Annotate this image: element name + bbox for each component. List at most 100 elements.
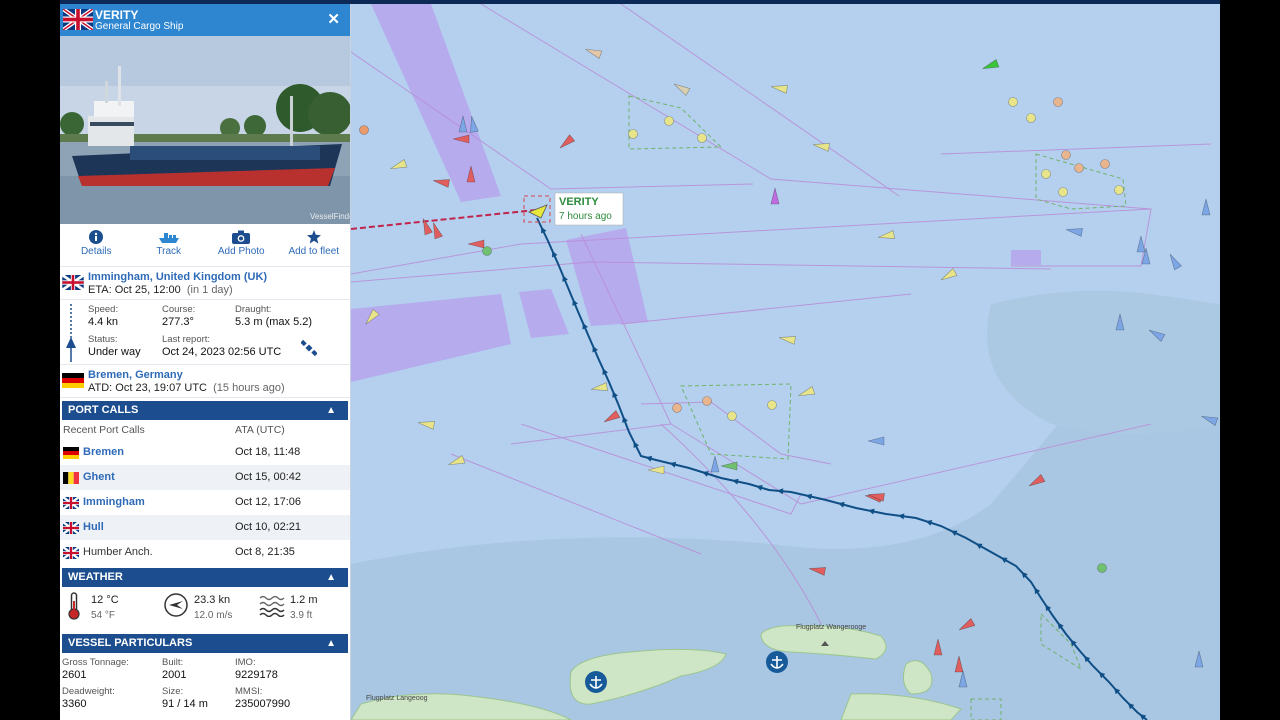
star-icon (306, 230, 321, 244)
port-call-row: Immingham Oct 12, 17:06 (60, 490, 350, 515)
anchored-ship-dot[interactable] (482, 246, 492, 256)
anchored-ship-dot[interactable] (1061, 150, 1071, 160)
anchored-ship-dot[interactable] (1074, 163, 1084, 173)
anchor-icon[interactable] (766, 651, 788, 673)
voyage-stats: Speed: 4.4 kn Course: 277.3° Draught: 5.… (60, 300, 350, 365)
imo-value: 9229178 (235, 669, 278, 681)
anchored-ship-dot[interactable] (727, 411, 737, 421)
speed-label: Speed: (88, 304, 119, 315)
anchored-ship-dot[interactable] (767, 400, 777, 410)
airfield-label-wangerooge: Flugplatz Wangerooge (796, 624, 866, 631)
anchored-ship-dot[interactable] (1114, 185, 1124, 195)
weather-block: 12 °C 54 °F 23.3 kn 12.0 m/s 1.2 m 3.9 f… (60, 587, 350, 631)
mmsi-label: MMSI: (235, 686, 263, 697)
anchored-ship-dot[interactable] (1100, 159, 1110, 169)
destination-port-link[interactable]: Immingham, United Kingdom (UK) (88, 271, 267, 283)
eta-text: ETA: Oct 25, 12:00 (in 1 day) (88, 284, 233, 296)
port-call-row: Ghent Oct 15, 00:42 (60, 465, 350, 490)
be-flag-icon (63, 472, 79, 484)
anchored-ship-dot[interactable] (628, 129, 638, 139)
wind-compass-icon (164, 593, 188, 617)
anchored-ship-dot[interactable] (697, 133, 707, 143)
uk-flag-icon (63, 547, 79, 559)
anchored-ship-dot[interactable] (702, 396, 712, 406)
port-calls-title: PORT CALLS (68, 404, 139, 416)
course-value: 277.3° (162, 316, 194, 328)
uk-flag-icon (62, 275, 84, 290)
voyage-progress-icon (66, 304, 76, 362)
vessel-map-label[interactable]: VERITY 7 hours ago (554, 192, 624, 226)
anchored-ship-dot[interactable] (1041, 169, 1051, 179)
port-call-port[interactable]: Hull (83, 521, 104, 533)
add-to-fleet-button[interactable]: Add to fleet (278, 224, 351, 266)
port-call-time: Oct 8, 21:35 (235, 546, 295, 558)
course-label: Course: (162, 304, 196, 315)
port-call-port[interactable]: Ghent (83, 471, 115, 483)
app-stage: VERITY General Cargo Ship ✕ VesselFind D… (60, 0, 1220, 720)
port-calls-columns: Recent Port Calls ATA (UTC) (60, 420, 350, 440)
vessel-photo[interactable]: VesselFinder (60, 36, 350, 224)
temp-c: 12 °C (91, 594, 119, 606)
anchored-ship-dot[interactable] (1058, 187, 1068, 197)
built-label: Built: (162, 657, 184, 668)
collapse-icon[interactable]: ▲ (326, 568, 336, 587)
ship-track-icon (158, 233, 179, 243)
add-photo-button[interactable]: Add Photo (205, 224, 278, 266)
anchored-ship-dot[interactable] (1053, 97, 1063, 107)
collapse-icon[interactable]: ▲ (326, 401, 336, 420)
port-calls-list: Bremen Oct 18, 11:48 Ghent Oct 15, 00:42 Imm… (60, 440, 350, 565)
collapse-icon[interactable]: ▲ (326, 634, 336, 653)
de-flag-icon (63, 447, 79, 459)
port-call-row: Humber Anch. Oct 8, 21:35 (60, 540, 350, 565)
eta-relative: (in 1 day) (186, 284, 233, 296)
atd-value: ATD: Oct 23, 19:07 UTC (88, 382, 208, 394)
track-label: Track (156, 246, 182, 257)
imo-label: IMO: (235, 657, 256, 668)
vessel-panel: VERITY General Cargo Ship ✕ VesselFind D… (60, 4, 351, 720)
status-value: Under way (88, 346, 141, 358)
atd-relative: (15 hours ago) (213, 382, 285, 394)
map-label-name: VERITY (559, 196, 599, 208)
origin-port-link[interactable]: Bremen, Germany (88, 369, 183, 381)
anchor-icon[interactable] (585, 671, 607, 693)
wind-speed-kn: 23.3 kn (194, 594, 231, 606)
status-label: Status: (88, 334, 118, 345)
anchored-ship-dot[interactable] (1026, 113, 1036, 123)
info-icon (89, 230, 104, 244)
satellite-icon (301, 340, 317, 356)
size-label: Size: (162, 686, 184, 697)
anchored-ship-dot[interactable] (1097, 563, 1107, 573)
speed-value: 4.4 kn (88, 316, 118, 328)
anchored-ship-dot[interactable] (664, 116, 674, 126)
built-value: 2001 (162, 669, 187, 681)
weather-header[interactable]: WEATHER ▲ (62, 568, 348, 587)
particulars-header[interactable]: VESSEL PARTICULARS ▲ (62, 634, 348, 653)
mmsi-value: 235007990 (235, 698, 291, 710)
de-flag-icon (62, 373, 84, 388)
action-bar: Details Track Add Photo Add to fleet (60, 224, 350, 267)
close-icon[interactable]: ✕ (327, 10, 340, 28)
last-report-value: Oct 24, 2023 02:56 UTC (162, 346, 282, 358)
dwt-label: Deadweight: (62, 686, 115, 697)
port-call-port[interactable]: Bremen (83, 446, 124, 458)
track-button[interactable]: Track (133, 224, 206, 266)
particulars-block: Gross Tonnage: 2601 Built: 2001 IMO: 922… (60, 653, 350, 711)
thermometer-icon (68, 592, 80, 620)
port-call-port[interactable]: Immingham (83, 496, 145, 508)
details-button[interactable]: Details (60, 224, 133, 266)
map-view[interactable]: Flugplatz Wangerooge Flugplatz Langeoog … (350, 3, 1220, 720)
port-calls-header[interactable]: PORT CALLS ▲ (62, 401, 348, 420)
port-call-row: Hull Oct 10, 02:21 (60, 515, 350, 540)
destination-block: Immingham, United Kingdom (UK) ETA: Oct … (60, 267, 350, 300)
map-label-time: 7 hours ago (559, 211, 612, 222)
airfield-label-langeoog: Flugplatz Langeoog (366, 695, 428, 702)
anchored-ship-dot[interactable] (1008, 97, 1018, 107)
particulars-title: VESSEL PARTICULARS (68, 637, 193, 649)
dwt-value: 3360 (62, 698, 87, 710)
origin-block: Bremen, Germany ATD: Oct 23, 19:07 UTC (… (60, 365, 350, 398)
anchored-ship-dot[interactable] (359, 125, 369, 135)
port-call-row: Bremen Oct 18, 11:48 (60, 440, 350, 465)
photo-watermark: VesselFinder (310, 212, 350, 221)
weather-title: WEATHER (68, 571, 123, 583)
anchored-ship-dot[interactable] (672, 403, 682, 413)
